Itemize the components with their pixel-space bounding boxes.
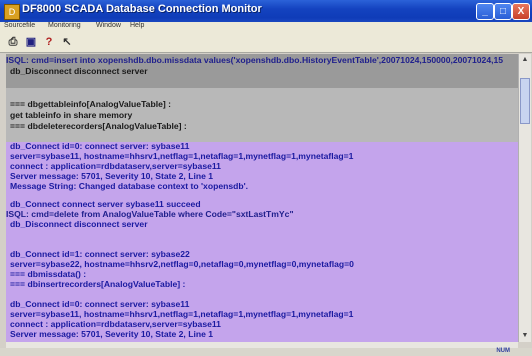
scroll-down-icon[interactable]: ▼ — [519, 330, 531, 342]
vertical-scrollbar[interactable]: ▲ ▼ — [518, 54, 531, 342]
help-icon[interactable]: ? — [42, 35, 56, 49]
log-line: db_Disconnect disconnect server — [10, 219, 148, 229]
log-line: === dbinsertrecorders[AnalogValueTable] … — [10, 279, 186, 289]
scroll-up-icon[interactable]: ▲ — [519, 54, 531, 66]
save-icon[interactable]: ▣ — [24, 35, 38, 49]
log-line: db_Connect id=0: connect server: sybase1… — [10, 141, 190, 151]
menu-help[interactable]: Help — [130, 22, 144, 29]
log-line: Server message: 5701, Severity 10, State… — [10, 329, 214, 339]
print-icon[interactable]: ⎙ — [6, 35, 20, 49]
minimize-button[interactable]: _ — [476, 3, 494, 20]
menu-bar: Sourcefile Monitoring Window Help — [0, 22, 532, 32]
log-line: === dbmissdata() : — [10, 269, 87, 279]
num-lock-indicator: NUM — [496, 348, 510, 354]
window-title: DF8000 SCADA Database Connection Monitor — [22, 3, 262, 15]
maximize-button[interactable]: □ — [494, 3, 512, 20]
log-line: db_Connect connect server sybase11 succe… — [10, 199, 201, 209]
log-line: server=sybase22, hostname=hhsrv2,netflag… — [10, 259, 354, 269]
log-line: === dbdeleterecorders[AnalogValueTable] … — [10, 121, 187, 131]
log-line: === dbgettableinfo[AnalogValueTable] : — [10, 99, 171, 109]
menu-sourcefile[interactable]: Sourcefile — [4, 22, 35, 29]
title-bar[interactable]: D DF8000 SCADA Database Connection Monit… — [0, 0, 532, 22]
scroll-thumb[interactable] — [520, 78, 530, 124]
log-output-area[interactable]: ISQL: cmd=insert into xopenshdb.dbo.miss… — [6, 54, 518, 342]
log-line: db_Disconnect disconnect server — [10, 66, 148, 76]
log-line: ISQL: cmd=delete from AnalogValueTable w… — [6, 209, 294, 219]
log-line: server=sybase11, hostname=hhsrv1,netflag… — [10, 151, 354, 161]
log-line: get tableinfo in share memory — [10, 110, 133, 120]
status-bar: NUM — [0, 348, 532, 356]
pointer-icon[interactable]: ↖ — [60, 35, 74, 49]
log-line: db_Connect id=0: connect server: sybase1… — [10, 299, 190, 309]
log-line: connect : application=rdbdataserv,server… — [10, 161, 221, 171]
log-line: Server message: 5701, Severity 10, State… — [10, 171, 214, 181]
log-line: Message String: Changed database context… — [10, 181, 249, 191]
log-line: db_Connect id=1: connect server: sybase2… — [10, 249, 190, 259]
close-button[interactable]: X — [512, 3, 530, 20]
menu-monitoring[interactable]: Monitoring — [48, 22, 81, 29]
log-line: server=sybase11, hostname=hhsrv1,netflag… — [10, 309, 354, 319]
app-window: D DF8000 SCADA Database Connection Monit… — [0, 0, 532, 356]
menu-window[interactable]: Window — [96, 22, 121, 29]
app-icon[interactable]: D — [4, 4, 20, 20]
toolbar: ⎙ ▣ ? ↖ — [0, 32, 532, 53]
log-line: connect : application=rdbdataserv,server… — [10, 319, 221, 329]
log-line: ISQL: cmd=insert into xopenshdb.dbo.miss… — [6, 55, 504, 65]
